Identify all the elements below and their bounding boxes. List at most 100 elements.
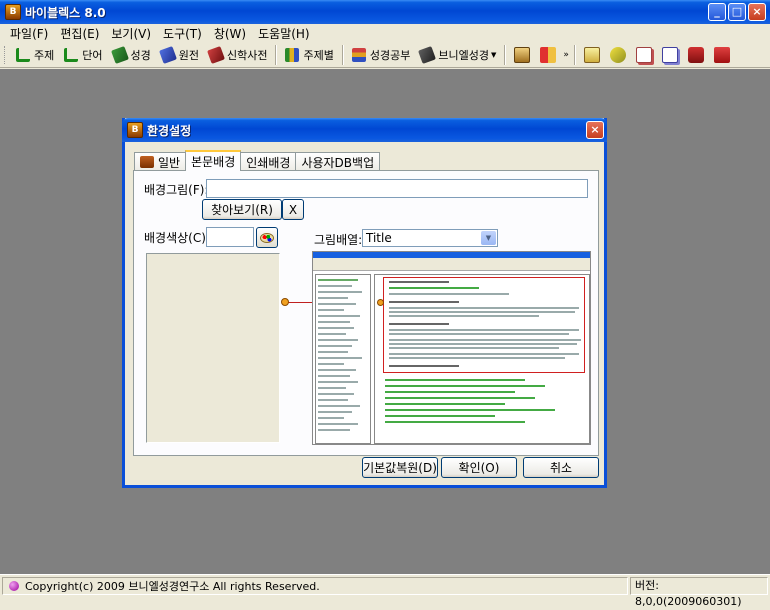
ok-button[interactable]: 확인(O): [441, 457, 517, 478]
app-title: 바이블렉스 8.0: [25, 5, 106, 20]
preview-line: [389, 311, 575, 313]
toolbar-bible-label: 성경: [130, 48, 151, 62]
tab-text-background[interactable]: 본문배경: [185, 150, 242, 171]
menu-bar: 파일(F) 편집(E) 보기(V) 도구(T) 창(W) 도움말(H): [0, 24, 770, 42]
menu-window[interactable]: 창(W): [208, 25, 252, 42]
tab-print-background[interactable]: 인쇄배경: [240, 152, 297, 171]
preview-sidebar: [315, 274, 371, 444]
preview-line: [385, 397, 535, 399]
status-version: 버전: 8,0,0(2009060301): [630, 576, 768, 608]
toolbar-by-topic-label: 주제별: [303, 48, 334, 62]
toolbar-topic-label: 주제: [34, 48, 55, 62]
tab-user-db-backup[interactable]: 사용자DB백업: [295, 152, 381, 171]
status-bar: Copyright(c) 2009 브니엘성경연구소 All rights Re…: [0, 574, 770, 608]
preview-line: [318, 411, 352, 413]
copy-icon[interactable]: [635, 46, 652, 63]
toolbar-overflow-icon[interactable]: »: [563, 50, 569, 60]
book-icon: [110, 45, 129, 64]
cancel-button[interactable]: 취소: [523, 457, 599, 478]
bg-color-label: 배경색상(C):: [144, 231, 210, 245]
bg-image-label: 배경그림(F):: [144, 183, 209, 197]
notes-icon[interactable]: [583, 46, 600, 63]
toolbar-word-button[interactable]: 단어: [59, 44, 107, 66]
preview-line: [389, 281, 449, 283]
color-picker-button[interactable]: [256, 227, 278, 248]
preview-line: [318, 357, 362, 359]
menu-view[interactable]: 보기(V): [105, 25, 157, 42]
background-preview-image: [312, 251, 591, 445]
preview-line: [318, 399, 348, 401]
preview-line: [318, 303, 356, 305]
tab-print-background-label: 인쇄배경: [246, 155, 291, 170]
tab-general[interactable]: 일반: [134, 152, 187, 171]
preview-line: [389, 301, 459, 303]
print-icon[interactable]: [687, 46, 704, 63]
bracket-icon: [16, 47, 30, 62]
toolbar-topic-button[interactable]: 주제: [11, 44, 59, 66]
clear-image-button[interactable]: X: [282, 199, 304, 220]
menu-edit[interactable]: 편집(E): [54, 25, 105, 42]
dialog-titlebar: B 환경설정 ×: [122, 118, 607, 142]
bible-app-icon: B: [127, 122, 143, 138]
toolbar-original-text-button[interactable]: 원전: [156, 44, 204, 66]
settings-tabs: 일반 본문배경 인쇄배경 사용자DB백업: [134, 150, 381, 171]
toolbar-by-topic-button[interactable]: 주제별: [280, 44, 338, 66]
preview-line: [318, 309, 344, 311]
maximize-button[interactable]: □: [728, 3, 746, 21]
settings-window-icon[interactable]: [514, 46, 531, 63]
toolbar-separator: [275, 44, 278, 65]
preview-line: [318, 387, 346, 389]
browse-button[interactable]: 찾아보기(R): [202, 199, 282, 220]
preview-line: [389, 339, 581, 341]
bg-color-swatch[interactable]: [206, 227, 254, 247]
layout-select[interactable]: Title ▼: [362, 229, 498, 247]
status-copyright-pane: Copyright(c) 2009 브니엘성경연구소 All rights Re…: [2, 576, 628, 595]
preview-line: [318, 279, 358, 281]
help-icon[interactable]: [713, 46, 730, 63]
toolbar-grip[interactable]: [4, 45, 7, 64]
bg-image-field[interactable]: [206, 179, 588, 198]
toolbar-theology-dictionary-button[interactable]: 신학사전: [204, 44, 272, 66]
highlight-icon[interactable]: [609, 46, 626, 63]
app-titlebar: B 바이블렉스 8.0 _ □ ×: [0, 0, 770, 24]
color-preview-area: [146, 253, 280, 443]
minimize-button[interactable]: _: [708, 3, 726, 21]
preview-line: [318, 429, 350, 431]
preview-line: [318, 405, 360, 407]
toolbar-word-label: 단어: [82, 48, 103, 62]
preview-line: [389, 293, 509, 295]
menu-help[interactable]: 도움말(H): [252, 25, 316, 42]
exit-icon[interactable]: [540, 46, 557, 63]
preview-line: [389, 323, 449, 325]
main-toolbar: 주제 단어 성경 원전 신학사전 주제별 성경공부 브니엘성경 ▼ »: [0, 42, 770, 68]
close-button[interactable]: ×: [748, 3, 766, 21]
preview-main-text: [374, 274, 590, 444]
preview-line: [318, 315, 360, 317]
status-copyright-text: Copyright(c) 2009 브니엘성경연구소 All rights Re…: [25, 579, 320, 593]
preview-line: [385, 421, 525, 423]
preview-line: [385, 379, 525, 381]
document-icon[interactable]: [661, 46, 678, 63]
toolbar-peniel-bible-button[interactable]: 브니엘성경 ▼: [415, 44, 501, 66]
layout-select-value: Title: [366, 231, 392, 245]
menu-tools[interactable]: 도구(T): [157, 25, 208, 42]
toolbar-peniel-bible-label: 브니엘성경: [438, 48, 489, 62]
tab-text-background-label: 본문배경: [191, 155, 236, 169]
preview-line: [318, 285, 352, 287]
toolbar-bible-study-label: 성경공부: [369, 48, 411, 62]
books-icon: [285, 47, 300, 62]
reset-defaults-button[interactable]: 기본값복원(D): [362, 457, 438, 478]
toolbar-theology-dictionary-label: 신학사전: [227, 48, 268, 62]
dialog-close-button[interactable]: ×: [586, 121, 604, 139]
toolbar-bible-button[interactable]: 성경: [108, 44, 156, 66]
toolbar-bible-study-button[interactable]: 성경공부: [347, 44, 415, 66]
preview-line: [318, 423, 358, 425]
toolbar-separator: [341, 44, 344, 65]
preview-line: [318, 333, 346, 335]
dropdown-arrow-icon[interactable]: ▼: [491, 51, 496, 59]
menu-file[interactable]: 파일(F): [4, 25, 54, 42]
preview-line: [385, 403, 505, 405]
preview-line: [318, 327, 354, 329]
chevron-down-icon[interactable]: ▼: [481, 231, 496, 245]
preview-line: [385, 415, 495, 417]
